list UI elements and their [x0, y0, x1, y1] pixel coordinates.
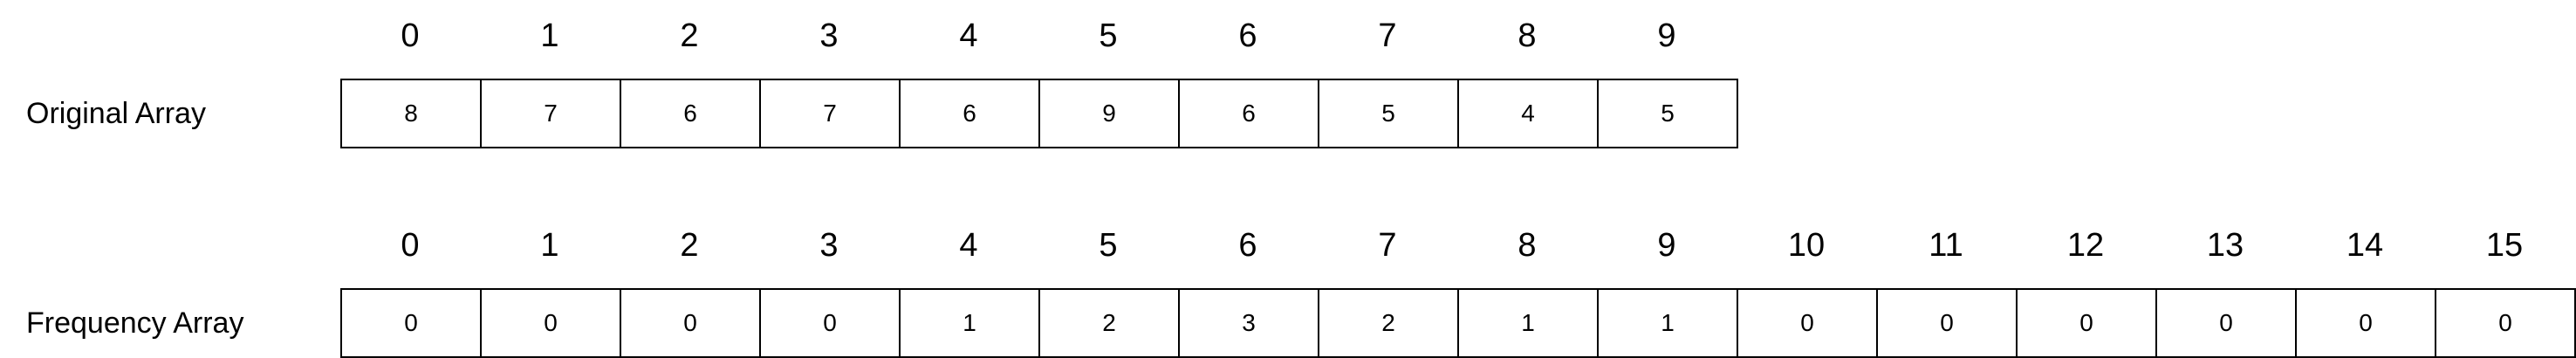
original-array-label: Original Array — [26, 97, 206, 130]
frequency-cell: 2 — [1319, 290, 1459, 356]
original-index-label: 5 — [1099, 17, 1118, 54]
frequency-cell: 0 — [1878, 290, 2018, 356]
original-cell: 9 — [1040, 80, 1180, 147]
original-index-label: 4 — [959, 17, 978, 54]
original-index-label: 6 — [1238, 17, 1257, 54]
original-cell: 6 — [901, 80, 1040, 147]
original-index-label: 2 — [680, 17, 699, 54]
original-index-label: 8 — [1518, 17, 1537, 54]
frequency-index-label: 15 — [2485, 227, 2524, 264]
frequency-index-label: 2 — [680, 227, 699, 264]
original-cell: 6 — [621, 80, 761, 147]
frequency-array-label: Frequency Array — [26, 306, 244, 340]
frequency-cell: 0 — [2018, 290, 2157, 356]
original-array-indices: 0 1 2 3 4 5 6 7 8 9 — [340, 16, 1737, 56]
frequency-cell: 0 — [342, 290, 482, 356]
frequency-index-label: 1 — [540, 227, 559, 264]
frequency-index-label: 0 — [401, 227, 420, 264]
frequency-index-label: 8 — [1518, 227, 1537, 264]
frequency-cell: 0 — [482, 290, 621, 356]
original-cell: 6 — [1180, 80, 1319, 147]
frequency-index-label: 12 — [2066, 227, 2105, 264]
frequency-index-label: 10 — [1787, 227, 1826, 264]
frequency-array-cells: 0000123211000000 — [340, 288, 2576, 358]
frequency-cell: 0 — [1738, 290, 1878, 356]
frequency-index-label: 13 — [2206, 227, 2244, 264]
frequency-index-label: 5 — [1099, 227, 1118, 264]
frequency-cell: 1 — [901, 290, 1040, 356]
original-cell: 5 — [1599, 80, 1738, 147]
frequency-index-label: 7 — [1378, 227, 1397, 264]
original-index-label: 7 — [1378, 17, 1397, 54]
original-array-cells: 8767696545 — [340, 79, 1738, 148]
frequency-index-label: 4 — [959, 227, 978, 264]
original-cell: 8 — [342, 80, 482, 147]
frequency-cell: 0 — [621, 290, 761, 356]
original-cell: 5 — [1319, 80, 1459, 147]
frequency-cell: 1 — [1459, 290, 1599, 356]
frequency-index-label: 9 — [1657, 227, 1676, 264]
original-index-label: 0 — [401, 17, 420, 54]
original-cell: 4 — [1459, 80, 1599, 147]
original-index-label: 3 — [819, 17, 839, 54]
frequency-array-indices: 0 1 2 3 4 5 6 7 8 9 10 11 12 13 14 15 — [340, 225, 2574, 265]
frequency-cell: 1 — [1599, 290, 1738, 356]
frequency-index-label: 14 — [2346, 227, 2384, 264]
frequency-index-label: 3 — [819, 227, 839, 264]
original-cell: 7 — [761, 80, 901, 147]
original-cell: 7 — [482, 80, 621, 147]
frequency-cell: 0 — [2436, 290, 2576, 356]
frequency-cell: 0 — [2157, 290, 2297, 356]
frequency-cell: 2 — [1040, 290, 1180, 356]
frequency-cell: 0 — [2297, 290, 2436, 356]
original-index-label: 1 — [540, 17, 559, 54]
frequency-cell: 3 — [1180, 290, 1319, 356]
frequency-index-label: 6 — [1238, 227, 1257, 264]
original-index-label: 9 — [1657, 17, 1676, 54]
frequency-cell: 0 — [761, 290, 901, 356]
frequency-index-label: 11 — [1929, 227, 1963, 264]
